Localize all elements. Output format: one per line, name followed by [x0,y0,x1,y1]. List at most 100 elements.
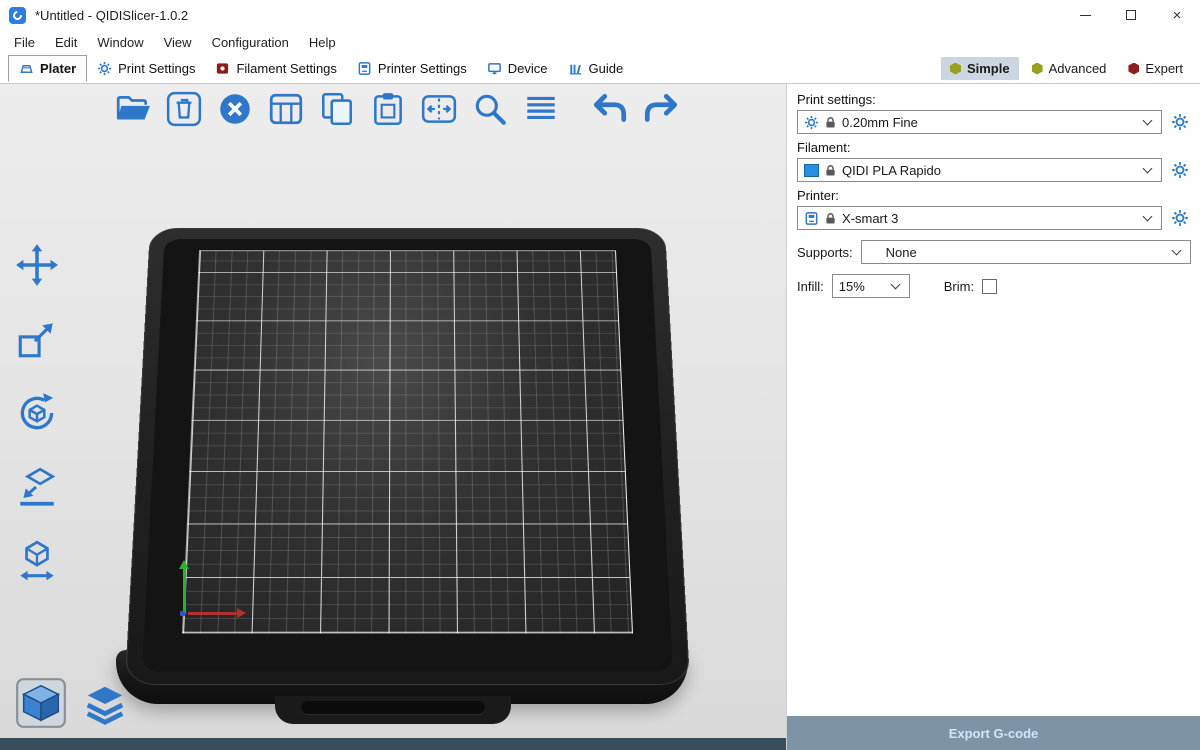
lock-icon [825,164,836,177]
scale-icon [14,316,60,362]
mode-simple[interactable]: Simple [941,57,1019,80]
menu-help[interactable]: Help [299,32,346,53]
infill-label: Infill: [797,279,824,294]
filament-spool-icon [215,61,230,76]
minimize-icon [1080,15,1091,16]
place-on-face-icon [14,464,60,510]
mode-expert[interactable]: Expert [1119,57,1192,80]
print-bed-handle [275,696,511,724]
delete-button[interactable] [163,88,205,130]
search-icon [471,90,509,128]
advanced-mode-icon [1032,63,1043,75]
menu-edit[interactable]: Edit [45,32,87,53]
place-on-face-button[interactable] [12,462,62,512]
measure-icon [14,538,60,584]
menu-view[interactable]: View [154,32,202,53]
chevron-down-icon [1172,246,1182,256]
menu-configuration[interactable]: Configuration [202,32,299,53]
tab-guide[interactable]: Guide [558,56,634,81]
filament-edit-button[interactable] [1169,159,1191,181]
delete-all-button[interactable] [214,88,256,130]
scale-button[interactable] [12,314,62,364]
print-bed [125,228,690,685]
tab-printer-settings[interactable]: Printer Settings [347,56,477,81]
menu-file[interactable]: File [4,32,45,53]
close-button[interactable]: × [1154,0,1200,30]
undo-button[interactable] [589,88,631,130]
plater-toolbar [112,88,682,130]
tab-device[interactable]: Device [477,56,558,81]
copy-button[interactable] [316,88,358,130]
filament-color-swatch [804,164,819,177]
undo-icon [591,90,629,128]
chevron-down-icon [1143,164,1153,174]
tab-guide-label: Guide [589,61,624,76]
trash-icon [165,90,203,128]
chevron-down-icon [890,280,900,290]
infill-combo[interactable]: 15% [832,274,910,298]
rotate-icon [14,390,60,436]
z-axis-indicator [180,611,185,616]
tab-print-settings[interactable]: Print Settings [87,56,205,81]
open-file-button[interactable] [112,88,154,130]
printer-icon [357,61,372,76]
expert-mode-icon [1128,63,1139,75]
gizmo-toolbar [12,240,62,586]
maximize-button[interactable] [1108,0,1154,30]
measure-button[interactable] [12,536,62,586]
open-folder-icon [114,90,152,128]
title-bar: *Untitled - QIDISlicer-1.0.2 × [0,0,1200,30]
filament-combo[interactable]: QIDI PLA Rapido [797,158,1162,182]
printer-edit-button[interactable] [1169,207,1191,229]
viewport-bottom-bar [0,738,786,750]
device-monitor-icon [487,61,502,76]
plater-icon [19,61,34,76]
editor-view-button[interactable] [14,676,68,730]
gear-icon [1171,113,1189,131]
menu-window[interactable]: Window [87,32,153,53]
paste-button[interactable] [367,88,409,130]
settings-sidebar: Print settings: 0.20mm Fine Filament: QI… [786,84,1200,750]
print-settings-value: 0.20mm Fine [842,115,918,130]
variable-layers-button[interactable] [520,88,562,130]
printer-value: X-smart 3 [842,211,898,226]
arrange-button[interactable] [265,88,307,130]
search-button[interactable] [469,88,511,130]
mode-advanced[interactable]: Advanced [1023,57,1116,80]
layers-list-icon [522,90,560,128]
move-button[interactable] [12,240,62,290]
redo-button[interactable] [640,88,682,130]
tab-plater-label: Plater [40,61,76,76]
copy-icon [318,90,356,128]
menu-bar: File Edit Window View Configuration Help [0,30,1200,54]
printer-combo[interactable]: X-smart 3 [797,206,1162,230]
gear-icon [804,115,819,130]
tab-print-settings-label: Print Settings [118,61,195,76]
close-icon: × [1173,7,1182,24]
supports-combo[interactable]: None [861,240,1191,264]
move-icon [14,242,60,288]
supports-label: Supports: [797,245,853,260]
tab-printer-settings-label: Printer Settings [378,61,467,76]
tab-filament-settings-label: Filament Settings [236,61,336,76]
tab-bar: Plater Print Settings Filament Settings … [0,54,1200,84]
split-button[interactable] [418,88,460,130]
brim-checkbox[interactable] [982,279,997,294]
preview-view-button[interactable] [80,680,130,730]
infill-value: 15% [839,279,865,294]
tab-plater[interactable]: Plater [8,55,87,82]
filament-value: QIDI PLA Rapido [842,163,941,178]
export-gcode-button[interactable]: Export G-code [787,716,1200,750]
minimize-button[interactable] [1062,0,1108,30]
print-settings-edit-button[interactable] [1169,111,1191,133]
rotate-button[interactable] [12,388,62,438]
mode-expert-label: Expert [1145,61,1183,76]
3d-viewport[interactable] [0,84,786,750]
paste-icon [369,90,407,128]
y-axis-indicator [183,568,186,614]
window-controls: × [1062,0,1200,30]
supports-value: None [886,245,917,260]
tab-filament-settings[interactable]: Filament Settings [205,56,346,81]
print-settings-combo[interactable]: 0.20mm Fine [797,110,1162,134]
arrange-grid-icon [267,90,305,128]
